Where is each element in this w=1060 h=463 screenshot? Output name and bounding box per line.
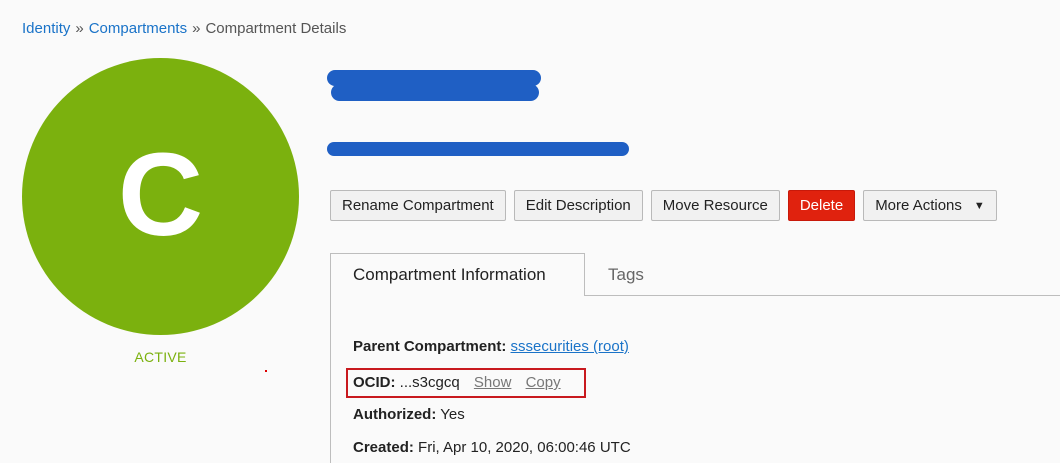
rename-compartment-button[interactable]: Rename Compartment — [330, 190, 506, 221]
action-toolbar: Rename Compartment Edit Description Move… — [330, 190, 997, 221]
ocid-row: OCID: ...s3cgcq Show Copy — [353, 374, 561, 391]
ocid-label: OCID: — [353, 374, 396, 391]
breadcrumb-identity[interactable]: Identity — [22, 20, 70, 37]
parent-compartment-link[interactable]: sssecurities (root) — [511, 338, 629, 355]
redaction-scribble — [331, 84, 539, 101]
breadcrumb-compartments[interactable]: Compartments — [89, 20, 187, 37]
delete-button[interactable]: Delete — [787, 190, 856, 221]
breadcrumb-separator: » — [192, 20, 201, 37]
breadcrumb: Identity» Compartments» Compartment Detail… — [22, 20, 346, 37]
avatar-letter: C — [117, 128, 204, 261]
ocid-show-link[interactable]: Show — [474, 374, 512, 391]
compartment-avatar: C — [22, 58, 299, 335]
edit-description-button[interactable]: Edit Description — [513, 190, 643, 221]
authorized-row: Authorized: Yes — [353, 406, 465, 423]
created-value: Fri, Apr 10, 2020, 06:00:46 UTC — [418, 439, 631, 456]
stray-mark — [265, 370, 267, 372]
panel-border — [330, 296, 331, 463]
parent-compartment-row: Parent Compartment: sssecurities (root) — [353, 338, 629, 355]
move-resource-button[interactable]: Move Resource — [650, 190, 780, 221]
tab-tags[interactable]: Tags — [608, 265, 644, 285]
tab-bar: Compartment Information Tags — [330, 253, 1060, 296]
chevron-down-icon: ▼ — [973, 199, 985, 212]
created-label: Created: — [353, 439, 414, 456]
ocid-value: ...s3cgcq — [399, 374, 460, 391]
more-actions-button[interactable]: More Actions ▼ — [863, 190, 997, 221]
authorized-value: Yes — [440, 406, 465, 423]
redaction-scribble — [327, 142, 629, 156]
tab-compartment-information[interactable]: Compartment Information — [330, 253, 585, 296]
breadcrumb-current: Compartment Details — [205, 20, 347, 37]
status-badge: ACTIVE — [134, 349, 187, 365]
ocid-copy-link[interactable]: Copy — [526, 374, 561, 391]
more-actions-label: More Actions — [875, 197, 962, 214]
breadcrumb-separator: » — [75, 20, 84, 37]
created-row: Created: Fri, Apr 10, 2020, 06:00:46 UTC — [353, 439, 631, 456]
parent-compartment-label: Parent Compartment: — [353, 338, 507, 355]
authorized-label: Authorized: — [353, 406, 437, 423]
tab-divider — [585, 295, 1060, 296]
